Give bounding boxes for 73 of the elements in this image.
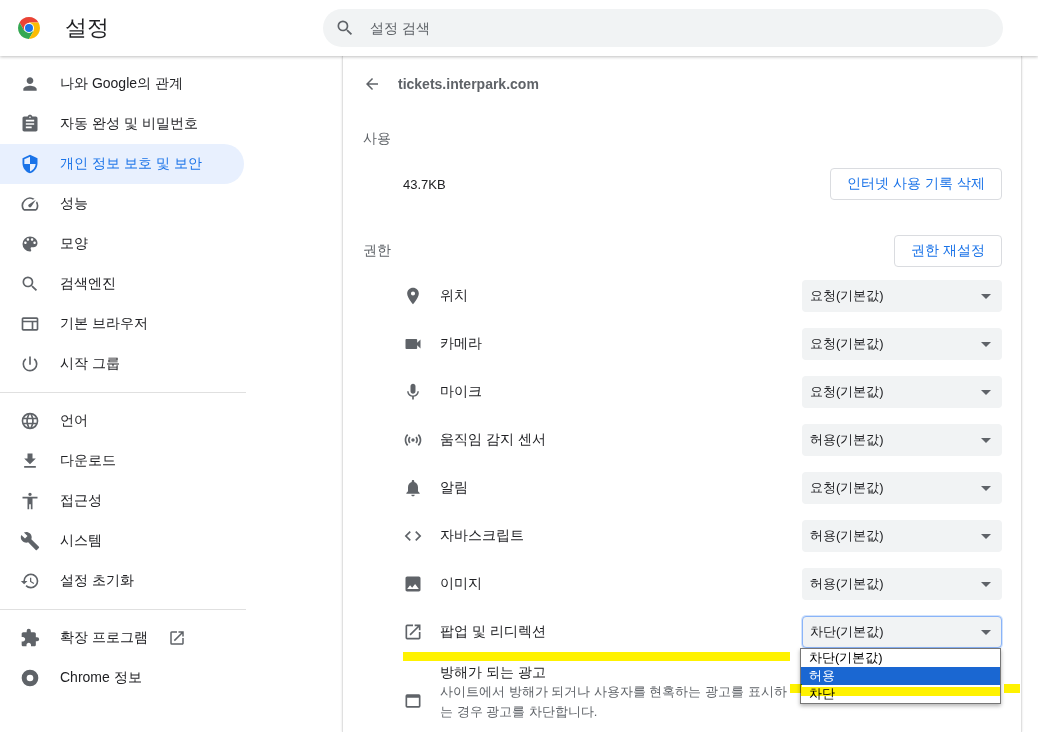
power-icon bbox=[20, 354, 40, 374]
dropdown-option[interactable]: 허용 bbox=[801, 667, 1000, 685]
sidebar-item[interactable]: 설정 초기화 bbox=[0, 561, 244, 601]
sidebar-item[interactable]: 나와 Google의 관계 bbox=[0, 64, 244, 104]
sidebar-item[interactable]: 성능 bbox=[0, 184, 244, 224]
permission-dropdown[interactable]: 요청(기본값) bbox=[802, 280, 1002, 312]
sidebar-item[interactable]: 검색엔진 bbox=[0, 264, 244, 304]
sidebar-item[interactable]: 다운로드 bbox=[0, 441, 244, 481]
permission-dropdown[interactable]: 허용(기본값) bbox=[802, 568, 1002, 600]
sidebar-item[interactable]: 시작 그룹 bbox=[0, 344, 244, 384]
caret-icon bbox=[981, 293, 991, 299]
search-icon bbox=[335, 18, 355, 38]
site-name: tickets.interpark.com bbox=[398, 76, 539, 92]
sidebar-item[interactable]: 모양 bbox=[0, 224, 244, 264]
shield-icon bbox=[20, 154, 40, 174]
setting-title: 방해가 되는 광고 bbox=[440, 663, 547, 682]
globe-icon bbox=[20, 411, 40, 431]
history-icon bbox=[20, 571, 40, 591]
sidebar-item[interactable]: Chrome 정보 bbox=[0, 658, 244, 698]
sidebar-item[interactable]: 언어 bbox=[0, 401, 244, 441]
permission-dropdown[interactable]: 차단(기본값) bbox=[802, 616, 1002, 648]
permission-dropdown[interactable]: 요청(기본값) bbox=[802, 376, 1002, 408]
section-heading: 사용 bbox=[363, 129, 391, 148]
wrench-icon bbox=[20, 531, 40, 551]
permission-label: 카메라 bbox=[440, 335, 483, 353]
caret-icon bbox=[981, 485, 991, 491]
reset-permissions-button[interactable]: 권한 재설정 bbox=[894, 235, 1002, 267]
permission-label: 자바스크립트 bbox=[440, 527, 525, 545]
permission-label: 알림 bbox=[440, 479, 469, 497]
palette-icon bbox=[20, 234, 40, 254]
permission-label: 이미지 bbox=[440, 575, 483, 593]
caret-icon bbox=[981, 629, 991, 635]
circle-logo-icon bbox=[17, 16, 41, 40]
bell-icon bbox=[403, 478, 423, 498]
window-icon bbox=[403, 691, 423, 711]
caret-icon bbox=[981, 341, 991, 347]
caret-icon bbox=[981, 389, 991, 395]
search-field[interactable]: 설정 검색 bbox=[323, 9, 1003, 47]
ring-logo-icon bbox=[20, 668, 40, 688]
caret-icon bbox=[981, 581, 991, 587]
puzzle-icon bbox=[20, 628, 40, 648]
image-icon bbox=[403, 574, 423, 594]
section-heading: 권한 bbox=[363, 242, 391, 260]
sidebar-item[interactable]: 확장 프로그램 bbox=[0, 618, 244, 658]
page-title: 설정 bbox=[65, 14, 110, 42]
permission-dropdown[interactable]: 허용(기본값) bbox=[802, 520, 1002, 552]
permission-label: 마이크 bbox=[440, 383, 483, 401]
sidebar-item[interactable]: 자동 완성 및 비밀번호 bbox=[0, 104, 244, 144]
figure-icon bbox=[20, 491, 40, 511]
browser-window-icon bbox=[20, 314, 40, 334]
external-link-icon bbox=[403, 622, 423, 642]
gauge-icon bbox=[20, 194, 40, 214]
permission-label: 팝업 및 리디렉션 bbox=[440, 623, 547, 641]
external-link-icon bbox=[167, 629, 186, 647]
clear-history-button[interactable]: 인터넷 사용 기록 삭제 bbox=[830, 168, 1002, 200]
usage-amount: 43.7KB bbox=[403, 176, 446, 192]
caret-icon bbox=[981, 437, 991, 443]
highlight-mark bbox=[1004, 684, 1020, 693]
setting-description: 사이트에서 방해가 되거나 사용자를 현혹하는 광고를 표시하는 경우 광고를 차단합니다. bbox=[440, 683, 788, 721]
sidebar-item[interactable]: 시스템 bbox=[0, 521, 244, 561]
clipboard-icon bbox=[20, 114, 40, 134]
permission-dropdown[interactable]: 요청(기본값) bbox=[802, 472, 1002, 504]
sidebar-item[interactable]: 개인 정보 보호 및 보안 bbox=[0, 144, 244, 184]
sidebar-item[interactable]: 접근성 bbox=[0, 481, 244, 521]
caret-icon bbox=[981, 533, 991, 539]
permission-dropdown[interactable]: 요청(기본값) bbox=[802, 328, 1002, 360]
dropdown-option[interactable]: 차단(기본값) bbox=[801, 649, 1000, 667]
permission-label: 위치 bbox=[440, 287, 469, 305]
sidebar-item[interactable]: 기본 브라우저 bbox=[0, 304, 244, 344]
highlight-mark bbox=[790, 684, 802, 693]
permission-label: 움직임 감지 센서 bbox=[440, 431, 547, 449]
permission-dropdown[interactable]: 허용(기본값) bbox=[802, 424, 1002, 456]
search-icon bbox=[20, 274, 40, 294]
